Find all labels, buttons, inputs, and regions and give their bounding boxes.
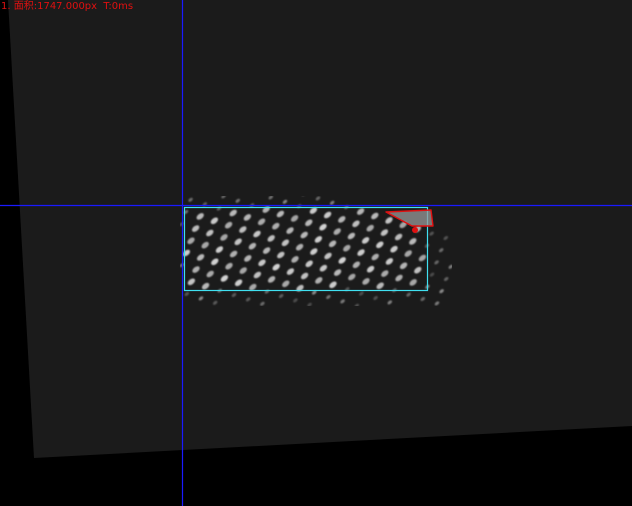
camera-image-canvas[interactable] <box>0 0 632 506</box>
image-viewport[interactable]: 1. 面积:1747.000px T:0ms <box>0 0 632 506</box>
measurement-result-text: 1. 面积:1747.000px T:0ms <box>1 1 134 12</box>
defect-region-blob <box>412 227 418 233</box>
